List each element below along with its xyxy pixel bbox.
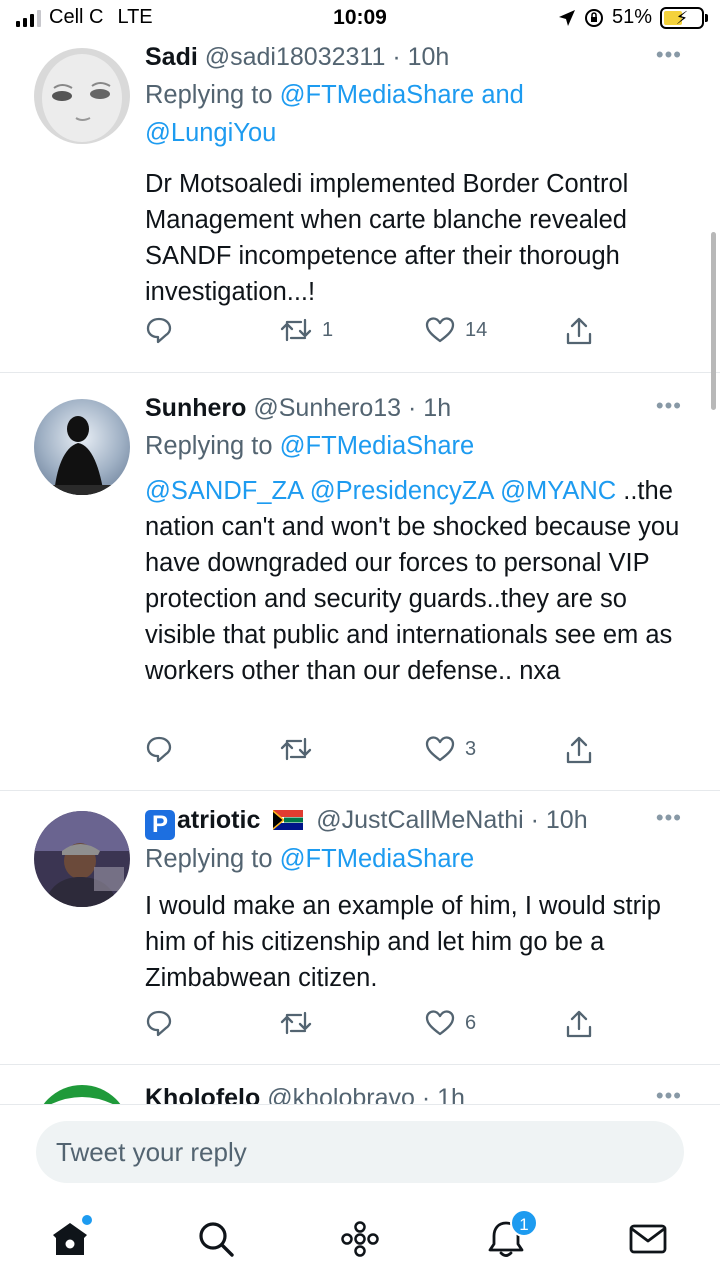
scrollbar[interactable] [711,232,716,410]
mention-link[interactable]: @FTMediaShare [280,81,475,109]
more-options-icon[interactable]: ••• [656,393,682,419]
share-icon [566,317,592,345]
heart-icon [425,736,455,762]
mention-link[interactable]: @SANDF_ZA [145,477,303,505]
tweet-text: I would make an example of him, I would … [145,892,661,992]
replying-to-label: Replying to [145,845,273,873]
share-button[interactable] [565,1009,593,1039]
reply-icon [146,736,172,763]
tweet-body: ..the nation can't and won't be shocked … [145,477,680,685]
tweet-time: · 1h [408,394,452,422]
notification-count-badge: 1 [510,1209,538,1237]
tab-home[interactable] [46,1215,94,1263]
avatar[interactable] [34,1085,130,1104]
retweet-count: 1 [322,318,334,341]
like-button[interactable]: 3 [425,735,476,763]
retweet-icon [280,737,312,761]
like-count: 6 [465,1011,477,1034]
author-handle[interactable]: @kholobravo [267,1084,415,1104]
retweet-button[interactable]: 1 [280,316,333,344]
share-icon [566,736,592,764]
share-button[interactable] [565,316,593,346]
replying-to: Replying to @FTMediaShare [145,840,680,878]
tweet-card[interactable]: Kholofelo @kholobravo · 1h ••• [0,1065,720,1104]
more-options-icon[interactable]: ••• [656,805,682,831]
mention-link[interactable]: @PresidencyZA [310,477,493,505]
battery-percent: 51% [611,6,652,28]
author-name[interactable]: Sunhero [145,394,246,422]
mention-link[interactable]: @MYANC [500,477,616,505]
mention-link[interactable]: @LungiYou [145,119,276,147]
tweet-actions: 6 [145,1009,605,1043]
charging-bolt-icon: ⚡ [675,7,689,28]
heart-icon [425,1010,455,1036]
retweet-icon [280,1011,312,1035]
tweet-text: @SANDF_ZA @PresidencyZA @MYANC ..the nat… [145,473,680,689]
tweet-actions: 1 14 [145,316,605,350]
retweet-button[interactable] [280,735,322,763]
tweet-actions: 3 [145,735,605,769]
more-options-icon[interactable]: ••• [656,42,682,68]
retweet-button[interactable] [280,1009,322,1037]
reply-icon [146,1010,172,1037]
reply-icon [146,317,172,344]
tab-spaces[interactable] [336,1215,384,1263]
search-icon [199,1222,234,1257]
name-badge: P [145,810,175,840]
avatar[interactable] [34,399,130,495]
replying-to: Replying to @FTMediaShare [145,427,680,465]
like-button[interactable]: 6 [425,1009,476,1037]
reply-input[interactable] [36,1121,684,1183]
reply-button[interactable] [145,316,173,344]
replying-to-label: Replying to [145,432,273,460]
reply-button[interactable] [145,1009,173,1037]
tweet-time: · 1h [421,1084,465,1104]
reply-button[interactable] [145,735,173,763]
bottom-tab-bar: 1 [0,1205,720,1280]
like-count: 14 [465,318,488,341]
like-count: 3 [465,737,477,760]
heart-icon [425,317,455,343]
avatar[interactable] [34,48,130,144]
mail-icon [629,1224,667,1254]
avatar[interactable] [34,811,130,907]
home-icon [53,1223,87,1255]
tab-search[interactable] [192,1215,240,1263]
spaces-icon [341,1221,379,1257]
tweet-time: · 10h [530,806,588,834]
author-name[interactable]: Sadi [145,43,198,71]
reply-composer: 1 [0,1104,720,1280]
author-handle[interactable]: @sadi18032311 [205,43,386,71]
tweet-card[interactable]: Sunhero @Sunhero13 · 1h Replying to @FTM… [0,373,720,791]
home-unread-dot [82,1215,92,1225]
orientation-lock-icon [584,8,603,27]
tab-messages[interactable] [624,1215,672,1263]
author-handle[interactable]: @JustCallMeNathi [316,806,523,834]
share-button[interactable] [565,735,593,765]
tweet-time: · 10h [392,43,450,71]
share-icon [566,1010,592,1038]
like-button[interactable]: 14 [425,316,487,344]
battery-icon: ⚡ [660,6,708,29]
replying-to-label: Replying to [145,81,273,109]
replying-to: Replying to @FTMediaShare and @LungiYou [145,76,680,152]
location-arrow-icon [558,9,575,26]
author-name[interactable]: Kholofelo [145,1084,260,1104]
status-bar: Cell C LTE 10:09 51% ⚡ [0,0,720,40]
author-handle[interactable]: @Sunhero13 [253,394,401,422]
tweet-card[interactable]: Patriotic @JustCallMeNathi · 10h Replyin… [0,791,720,1065]
replying-to-joiner: and [481,81,524,109]
south-africa-flag-icon [273,810,304,830]
tweet-text: Dr Motsoaledi implemented Border Control… [145,170,629,306]
more-options-icon[interactable]: ••• [656,1083,682,1104]
tab-notifications[interactable]: 1 [482,1209,538,1263]
retweet-icon [280,318,312,342]
mention-link[interactable]: @FTMediaShare [280,432,475,460]
tweet-card[interactable]: Sadi @sadi18032311 · 10h Replying to @FT… [0,40,720,373]
author-name[interactable]: atriotic [177,806,260,834]
reply-feed[interactable]: Sadi @sadi18032311 · 10h Replying to @FT… [0,40,720,1104]
mention-link[interactable]: @FTMediaShare [280,845,475,873]
